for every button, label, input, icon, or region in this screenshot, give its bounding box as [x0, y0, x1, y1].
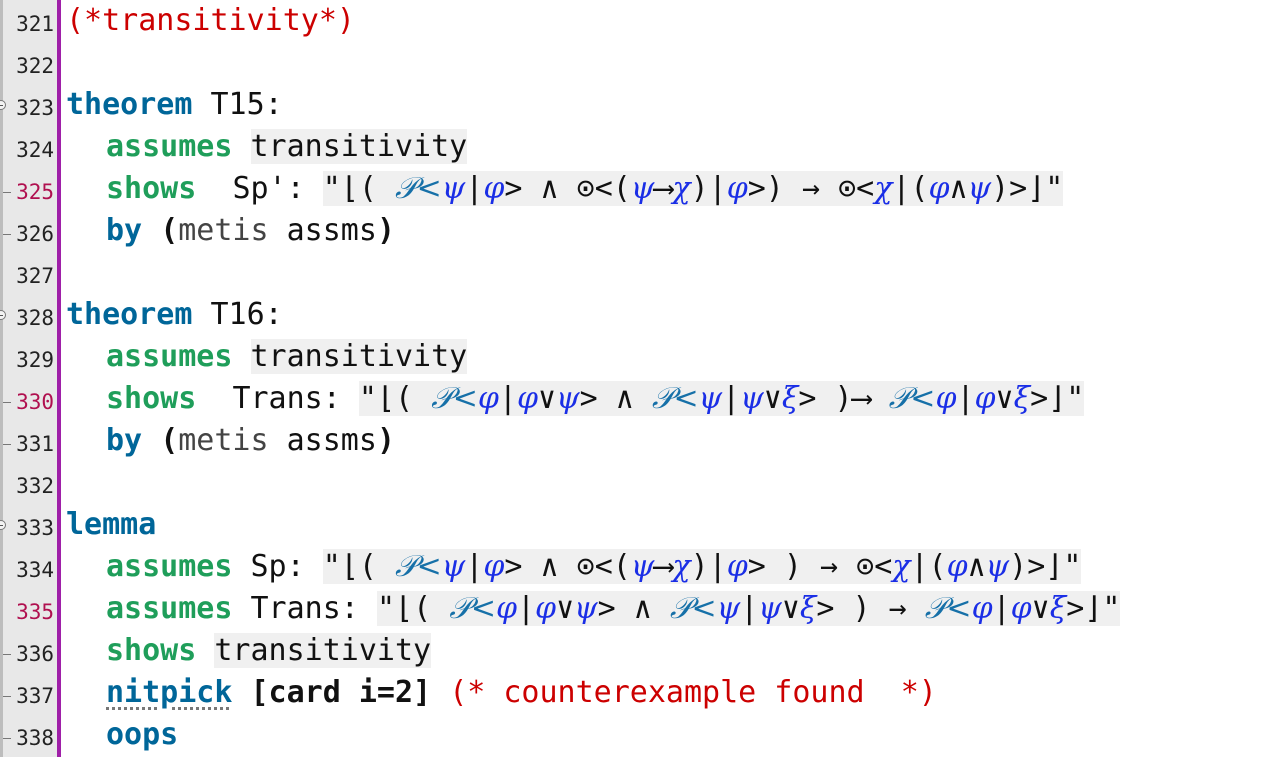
- formula: "⌊( 𝒫<φ|φ∨ψ> ∧ 𝒫<ψ|ψ∨ξ> ) → 𝒫<φ|φ∨ξ>⌋": [376, 591, 1121, 626]
- line-number: 334: [16, 558, 54, 582]
- code-line-331[interactable]: 331 by (metis assms): [0, 420, 1274, 462]
- proof-method: metis: [178, 213, 269, 248]
- code-area[interactable]: 321 (*transitivity*) 322 323 theorem T15…: [0, 0, 1274, 756]
- comment: (* counterexample found *): [449, 675, 937, 710]
- code-line-337[interactable]: 337 nitpick [card i=2] (* counterexample…: [0, 672, 1274, 714]
- keyword-by: by: [106, 213, 143, 248]
- line-number: 327: [16, 264, 54, 288]
- code-line-335[interactable]: 335 assumes Trans: "⌊( 𝒫<φ|φ∨ψ> ∧ 𝒫<ψ|ψ∨…: [0, 588, 1274, 630]
- line-number: 326: [16, 222, 54, 246]
- line-number: 321: [16, 12, 54, 36]
- line-number: 332: [16, 474, 54, 498]
- line-number: 324: [16, 138, 54, 162]
- line-number: 336: [16, 642, 54, 666]
- keyword-shows: shows: [106, 633, 197, 668]
- code-line-332[interactable]: 332: [0, 462, 1274, 504]
- line-number: 322: [16, 54, 54, 78]
- formula: "⌊( 𝒫<φ|φ∨ψ> ∧ 𝒫<ψ|ψ∨ξ> )⟶ 𝒫<φ|φ∨ξ>⌋": [358, 381, 1085, 416]
- keyword-oops: oops: [106, 717, 179, 752]
- theorem-name: T15:: [210, 87, 283, 122]
- formula: "⌊( 𝒫<ψ|φ> ∧ ⊙<(ψ⟶χ)|φ>) → ⊙<χ|(φ∧ψ)>⌋": [322, 171, 1064, 206]
- code-line-338[interactable]: 338 oops: [0, 714, 1274, 756]
- label: Trans:: [232, 381, 341, 416]
- proof-method: metis: [178, 423, 269, 458]
- assumption-ref: transitivity: [250, 129, 468, 164]
- formula: "⌊( 𝒫<ψ|φ> ∧ ⊙<(ψ⟶χ)|φ> ) → ⊙<χ|(φ∧ψ)>⌋": [322, 549, 1082, 584]
- keyword-lemma: lemma: [66, 507, 157, 542]
- keyword-nitpick[interactable]: nitpick: [106, 675, 232, 710]
- keyword-assumes: assumes: [106, 591, 233, 626]
- code-line-326[interactable]: 326 by (metis assms): [0, 210, 1274, 252]
- line-number: 331: [16, 432, 54, 456]
- comment: (*transitivity*): [66, 3, 355, 38]
- line-number: 330: [16, 390, 54, 414]
- keyword-theorem: theorem: [66, 297, 193, 332]
- code-line-330[interactable]: 330 shows Trans: "⌊( 𝒫<φ|φ∨ψ> ∧ 𝒫<ψ|ψ∨ξ>…: [0, 378, 1274, 420]
- keyword-shows: shows: [106, 171, 197, 206]
- code-line-324[interactable]: 324 assumes transitivity: [0, 126, 1274, 168]
- code-line-328[interactable]: 328 theorem T16:: [0, 294, 1274, 336]
- label: Sp':: [232, 171, 305, 206]
- code-line-323[interactable]: 323 theorem T15:: [0, 84, 1274, 126]
- keyword-assumes: assumes: [106, 549, 233, 584]
- theorem-name: T16:: [210, 297, 283, 332]
- code-editor[interactable]: 321 (*transitivity*) 322 323 theorem T15…: [0, 0, 1274, 757]
- line-number: 323: [16, 96, 54, 120]
- keyword-assumes: assumes: [106, 339, 233, 374]
- code-line-329[interactable]: 329 assumes transitivity: [0, 336, 1274, 378]
- keyword-shows: shows: [106, 381, 197, 416]
- code-line-334[interactable]: 334 assumes Sp: "⌊( 𝒫<ψ|φ> ∧ ⊙<(ψ⟶χ)|φ> …: [0, 546, 1274, 588]
- goal-ref: transitivity: [214, 633, 432, 668]
- line-number: 338: [16, 726, 54, 750]
- line-number: 329: [16, 348, 54, 372]
- keyword-theorem: theorem: [66, 87, 193, 122]
- line-number: 335: [16, 600, 54, 624]
- code-line-327[interactable]: 327: [0, 252, 1274, 294]
- line-number: 333: [16, 516, 54, 540]
- assumption-ref: transitivity: [250, 339, 468, 374]
- line-number: 325: [16, 180, 54, 204]
- code-line-333[interactable]: 333 lemma: [0, 504, 1274, 546]
- keyword-assumes: assumes: [106, 129, 233, 164]
- label: Trans:: [250, 591, 359, 626]
- line-number: 337: [16, 684, 54, 708]
- code-line-336[interactable]: 336 shows transitivity: [0, 630, 1274, 672]
- code-line-322[interactable]: 322: [0, 42, 1274, 84]
- label: Sp:: [250, 549, 305, 584]
- code-line-325[interactable]: 325 shows Sp': "⌊( 𝒫<ψ|φ> ∧ ⊙<(ψ⟶χ)|φ>) …: [0, 168, 1274, 210]
- nitpick-options: [card i=2]: [250, 675, 432, 710]
- line-number: 328: [16, 306, 54, 330]
- keyword-by: by: [106, 423, 143, 458]
- code-line-321[interactable]: 321 (*transitivity*): [0, 0, 1274, 42]
